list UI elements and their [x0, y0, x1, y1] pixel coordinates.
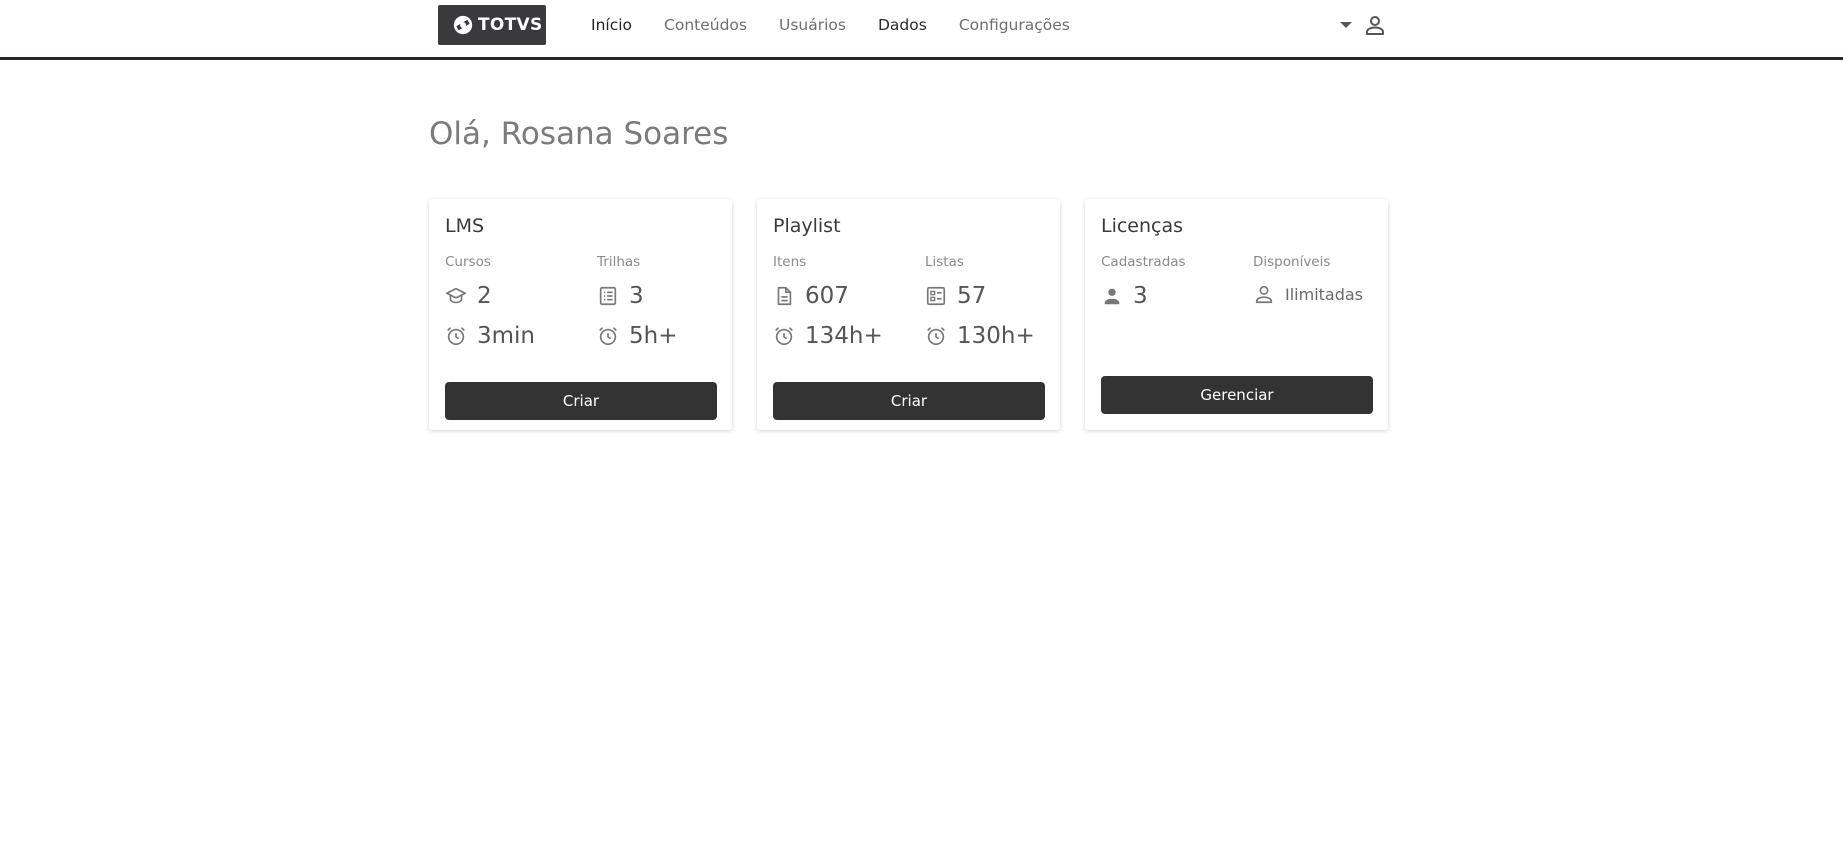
page-title-greeting: Olá, Rosana Soares — [429, 116, 729, 152]
registered-stat: 3 — [1101, 283, 1148, 309]
items-count-stat: 607 — [773, 283, 849, 309]
lists-count-stat: 57 — [925, 283, 986, 309]
lists-time-stat: 130h+ — [925, 323, 1035, 349]
registered-count: 3 — [1133, 283, 1148, 309]
graduation-cap-icon — [446, 287, 466, 304]
trails-count-stat: 3 — [597, 283, 644, 309]
available-value: Ilimitadas — [1285, 284, 1364, 304]
registered-label: Cadastradas — [1101, 254, 1186, 270]
licenses-manage-button[interactable]: Gerenciar — [1101, 376, 1373, 414]
lists-label: Listas — [925, 254, 964, 270]
alarm-clock-icon — [447, 327, 465, 346]
lms-create-button[interactable]: Criar — [445, 382, 717, 420]
alarm-clock-icon — [775, 327, 793, 346]
alarm-clock-icon — [927, 327, 945, 346]
totvs-logo-icon — [453, 15, 473, 35]
trails-label: Trilhas — [597, 254, 641, 270]
checklist-icon — [926, 286, 946, 306]
logo-text: TOTVS — [478, 15, 543, 35]
courses-time-stat: 3min — [445, 323, 535, 349]
nav-item-usuarios[interactable]: Usuários — [779, 16, 846, 34]
available-stat: Ilimitadas — [1253, 283, 1363, 305]
nav-item-dados[interactable]: Dados — [878, 16, 927, 34]
document-icon — [777, 286, 792, 306]
trails-time: 5h+ — [629, 323, 678, 349]
nav-item-configuracoes[interactable]: Configurações — [959, 16, 1070, 34]
trails-time-stat: 5h+ — [597, 323, 677, 349]
totvs-logo[interactable]: TOTVS — [438, 5, 546, 45]
chevron-down-icon[interactable] — [1340, 22, 1352, 28]
items-label: Itens — [773, 254, 807, 270]
lms-card: LMS Cursos Trilhas 2 3 3min 5h+ Criar — [429, 199, 732, 430]
list-icon — [599, 286, 617, 306]
items-count: 607 — [805, 283, 849, 309]
courses-count: 2 — [477, 283, 492, 309]
lists-time: 130h+ — [957, 323, 1035, 349]
courses-label: Cursos — [445, 254, 491, 270]
card-title: LMS — [445, 215, 485, 237]
licenses-card: Licenças Cadastradas Disponíveis 3 Ilimi… — [1085, 199, 1388, 430]
top-navbar: TOTVS Início Conteúdos Usuários Dados Co… — [0, 0, 1843, 60]
card-title: Playlist — [773, 215, 841, 237]
user-outline-icon — [1255, 285, 1273, 304]
available-label: Disponíveis — [1253, 254, 1331, 270]
nav-item-inicio[interactable]: Início — [591, 16, 632, 34]
items-time-stat: 134h+ — [773, 323, 883, 349]
nav-item-conteudos[interactable]: Conteúdos — [664, 16, 747, 34]
user-icon[interactable] — [1363, 13, 1387, 37]
courses-count-stat: 2 — [445, 283, 492, 309]
user-menu[interactable] — [1340, 12, 1387, 38]
alarm-clock-icon — [599, 327, 617, 346]
lists-count: 57 — [957, 283, 987, 309]
card-title: Licenças — [1101, 215, 1184, 237]
courses-time: 3min — [477, 323, 536, 349]
playlist-card: Playlist Itens Listas 607 57 134h+ 130h+… — [757, 199, 1060, 430]
user-filled-icon — [1104, 288, 1120, 305]
trails-count: 3 — [629, 283, 644, 309]
items-time: 134h+ — [805, 323, 883, 349]
main-nav: Início Conteúdos Usuários Dados Configur… — [591, 0, 1102, 50]
playlist-create-button[interactable]: Criar — [773, 382, 1045, 420]
